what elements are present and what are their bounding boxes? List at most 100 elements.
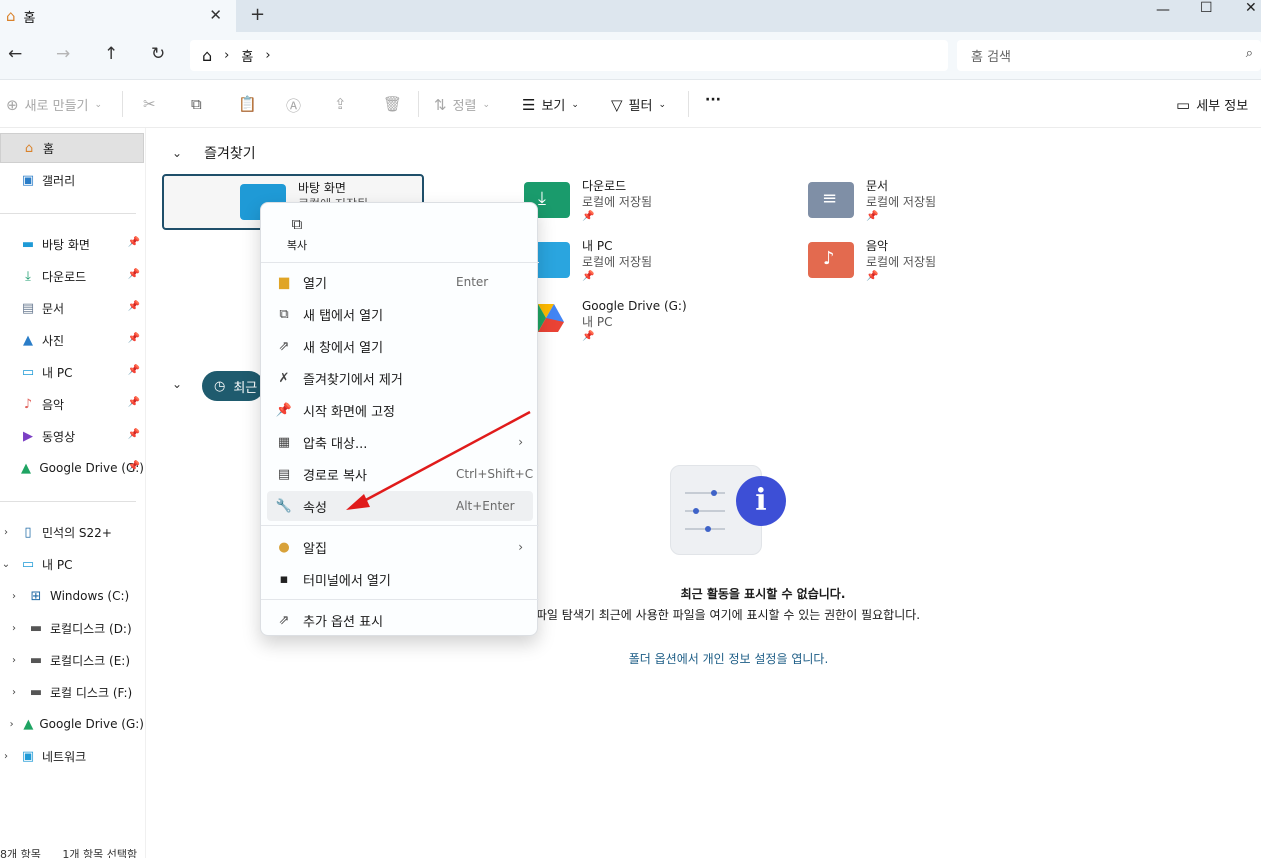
menu-item-pin-start[interactable]: 📌 시작 화면에 고정 [267,395,533,425]
favorites-header[interactable]: ⌄ 즐겨찾기 [172,143,256,163]
sidebar-item-this-pc[interactable]: ▭ 내 PC 📌 [0,357,144,387]
sidebar-item-drive-d[interactable]: › ▬ 로컬디스크 (D:) [0,613,144,643]
up-arrow-icon[interactable]: ↑ [104,44,118,64]
menu-item-compress[interactable]: ▦ 압축 대상... › [267,427,533,457]
details-pane-button[interactable]: ▭ 세부 정보 [1176,95,1249,115]
share-icon[interactable]: ⇪ [334,95,347,113]
annotation-arrow [346,410,531,510]
minimize-button[interactable]: — [1156,2,1170,18]
close-window-button[interactable]: ✕ [1245,0,1257,16]
folder-options-link[interactable]: 폴더 옵션에서 개인 정보 설정을 엽니다. [540,650,917,667]
sidebar-item-drive-c[interactable]: › ⊞ Windows (C:) [0,581,144,611]
info-icon: i [736,476,786,526]
menu-item-open[interactable]: ▆ 열기 Enter [267,267,533,297]
breadcrumb-separator-icon[interactable]: › [224,48,229,63]
empty-state-title: 최근 활동을 표시할 수 없습니다. [680,587,846,601]
chevron-down-icon[interactable]: ⌄ [172,377,182,391]
breadcrumb-separator-icon[interactable]: › [265,48,270,63]
chevron-right-icon[interactable]: › [8,623,20,634]
pin-icon[interactable]: 📌 [128,301,140,312]
home-breadcrumb-icon[interactable]: ⌂ [202,46,212,65]
sidebar-item-downloads[interactable]: ⤓ 다운로드 📌 [0,261,144,291]
sidebar-item-drive-e[interactable]: › ▬ 로컬디스크 (E:) [0,645,144,675]
copy-button[interactable]: ⧉ 복사 [281,215,313,253]
sidebar-item-phone[interactable]: › ▯ 민석의 S22+ [0,517,144,547]
chevron-down-icon[interactable]: ⌄ [172,146,182,160]
sidebar-item-this-pc-tree[interactable]: ⌄ ▭ 내 PC [0,549,144,579]
menu-item-copy-path[interactable]: ▤ 경로로 복사 Ctrl+Shift+C [267,459,533,489]
sidebar-item-home[interactable]: ⌂ 홈 [0,133,144,163]
filter-button[interactable]: ▽ 필터 ⌄ [611,95,666,115]
google-drive-icon: ▲ [23,716,34,732]
chevron-right-icon[interactable]: › [8,719,15,730]
pin-icon[interactable]: 📌 [128,333,140,344]
drive-icon: ▬ [29,652,43,668]
search-input[interactable]: 홈 검색 ⌕ [957,40,1261,71]
back-arrow-icon[interactable]: ← [8,44,22,64]
sidebar-item-drive-g[interactable]: › ▲ Google Drive (G:) [0,709,144,739]
wrench-icon: 🔧 [275,498,293,514]
menu-item-open-new-tab[interactable]: ⧉ 새 탭에서 열기 [267,299,533,329]
pin-icon[interactable]: 📌 [128,461,140,472]
sidebar-item-music[interactable]: ♪ 음악 📌 [0,389,144,419]
chevron-down-icon[interactable]: ⌄ [0,559,12,570]
chevron-right-icon[interactable]: › [8,687,20,698]
sidebar-item-drive-f[interactable]: › ▬ 로컬 디스크 (F:) [0,677,144,707]
favorite-google-drive[interactable]: Google Drive (G:) 내 PC 📌 [524,294,786,350]
menu-item-properties[interactable]: 🔧 속성 Alt+Enter [267,491,533,521]
menu-item-alzip[interactable]: ● 알집 › [267,532,533,562]
details-pane-icon: ▭ [1176,95,1191,114]
sidebar-item-gallery[interactable]: ▣ 갤러리 [0,165,144,195]
sort-button[interactable]: ⇅ 정렬 ⌄ [434,95,490,115]
sidebar-item-network[interactable]: › ▣ 네트워크 [0,741,144,771]
forward-arrow-icon[interactable]: → [56,44,70,64]
tab-close-icon[interactable]: ✕ [209,6,222,24]
tab-home[interactable]: ⌂ 홈 ✕ [0,0,236,32]
item-count: 8개 항목 [0,848,41,858]
new-button[interactable]: ⊕ 새로 만들기 ⌄ [6,95,102,115]
details-label: 세부 정보 [1196,99,1249,114]
new-tab-button[interactable]: + [250,4,265,25]
refresh-icon[interactable]: ↻ [151,44,165,64]
clock-icon: ◷ [214,378,226,394]
chevron-right-icon[interactable]: › [8,591,20,602]
sidebar-item-pictures[interactable]: ▲ 사진 📌 [0,325,144,355]
pin-icon: 📌 [866,271,879,282]
pin-icon[interactable]: 📌 [128,237,140,248]
paste-icon[interactable]: 📋 [238,95,257,113]
delete-icon[interactable]: 🗑 [383,95,402,113]
favorite-this-pc[interactable]: 내 PC 로컬에 저장됨 📌 [524,234,786,290]
windows-drive-icon: ⊞ [30,588,42,604]
favorite-documents[interactable]: ≡ 문서 로컬에 저장됨 📌 [808,174,1070,230]
sidebar-item-google-drive[interactable]: ▲ Google Drive (G:) 📌 [0,453,144,483]
breadcrumb-home[interactable]: 홈 [241,46,253,65]
pin-icon[interactable]: 📌 [128,429,140,440]
video-icon: ▶ [23,428,33,444]
menu-item-more-options[interactable]: ⇗ 추가 옵션 표시 [267,605,533,635]
recent-header[interactable]: ⌄ [172,377,204,391]
copy-icon[interactable]: ⧉ [191,95,202,113]
cut-icon[interactable]: ✂ [143,95,156,113]
recent-tab[interactable]: ◷ 최근 [202,371,264,401]
maximize-button[interactable]: ☐ [1200,0,1213,16]
menu-item-open-terminal[interactable]: ▪ 터미널에서 열기 [267,564,533,594]
sidebar-item-documents[interactable]: ▤ 문서 📌 [0,293,144,323]
more-options-icon[interactable]: ··· [705,92,721,108]
menu-item-open-new-window[interactable]: ⇗ 새 창에서 열기 [267,331,533,361]
home-icon: ⌂ [24,140,34,156]
pin-icon: 📌 [582,271,595,282]
chevron-right-icon[interactable]: › [8,655,20,666]
address-bar[interactable]: ⌂ › 홈 › [190,40,948,71]
pin-icon[interactable]: 📌 [128,365,140,376]
sidebar-item-desktop[interactable]: ▬ 바탕 화면 📌 [0,229,144,259]
sidebar-item-videos[interactable]: ▶ 동영상 📌 [0,421,144,451]
rename-icon[interactable]: Ⓐ [286,95,301,116]
favorite-music[interactable]: ♪ 음악 로컬에 저장됨 📌 [808,234,1070,290]
menu-item-unpin-favorites[interactable]: ✗ 즐겨찾기에서 제거 [267,363,533,393]
chevron-right-icon[interactable]: › [0,527,12,538]
chevron-right-icon[interactable]: › [0,751,12,762]
pin-icon[interactable]: 📌 [128,397,140,408]
favorite-downloads[interactable]: ⤓ 다운로드 로컬에 저장됨 📌 [524,174,786,230]
pin-icon[interactable]: 📌 [128,269,140,280]
view-button[interactable]: ☰ 보기 ⌄ [522,95,579,115]
